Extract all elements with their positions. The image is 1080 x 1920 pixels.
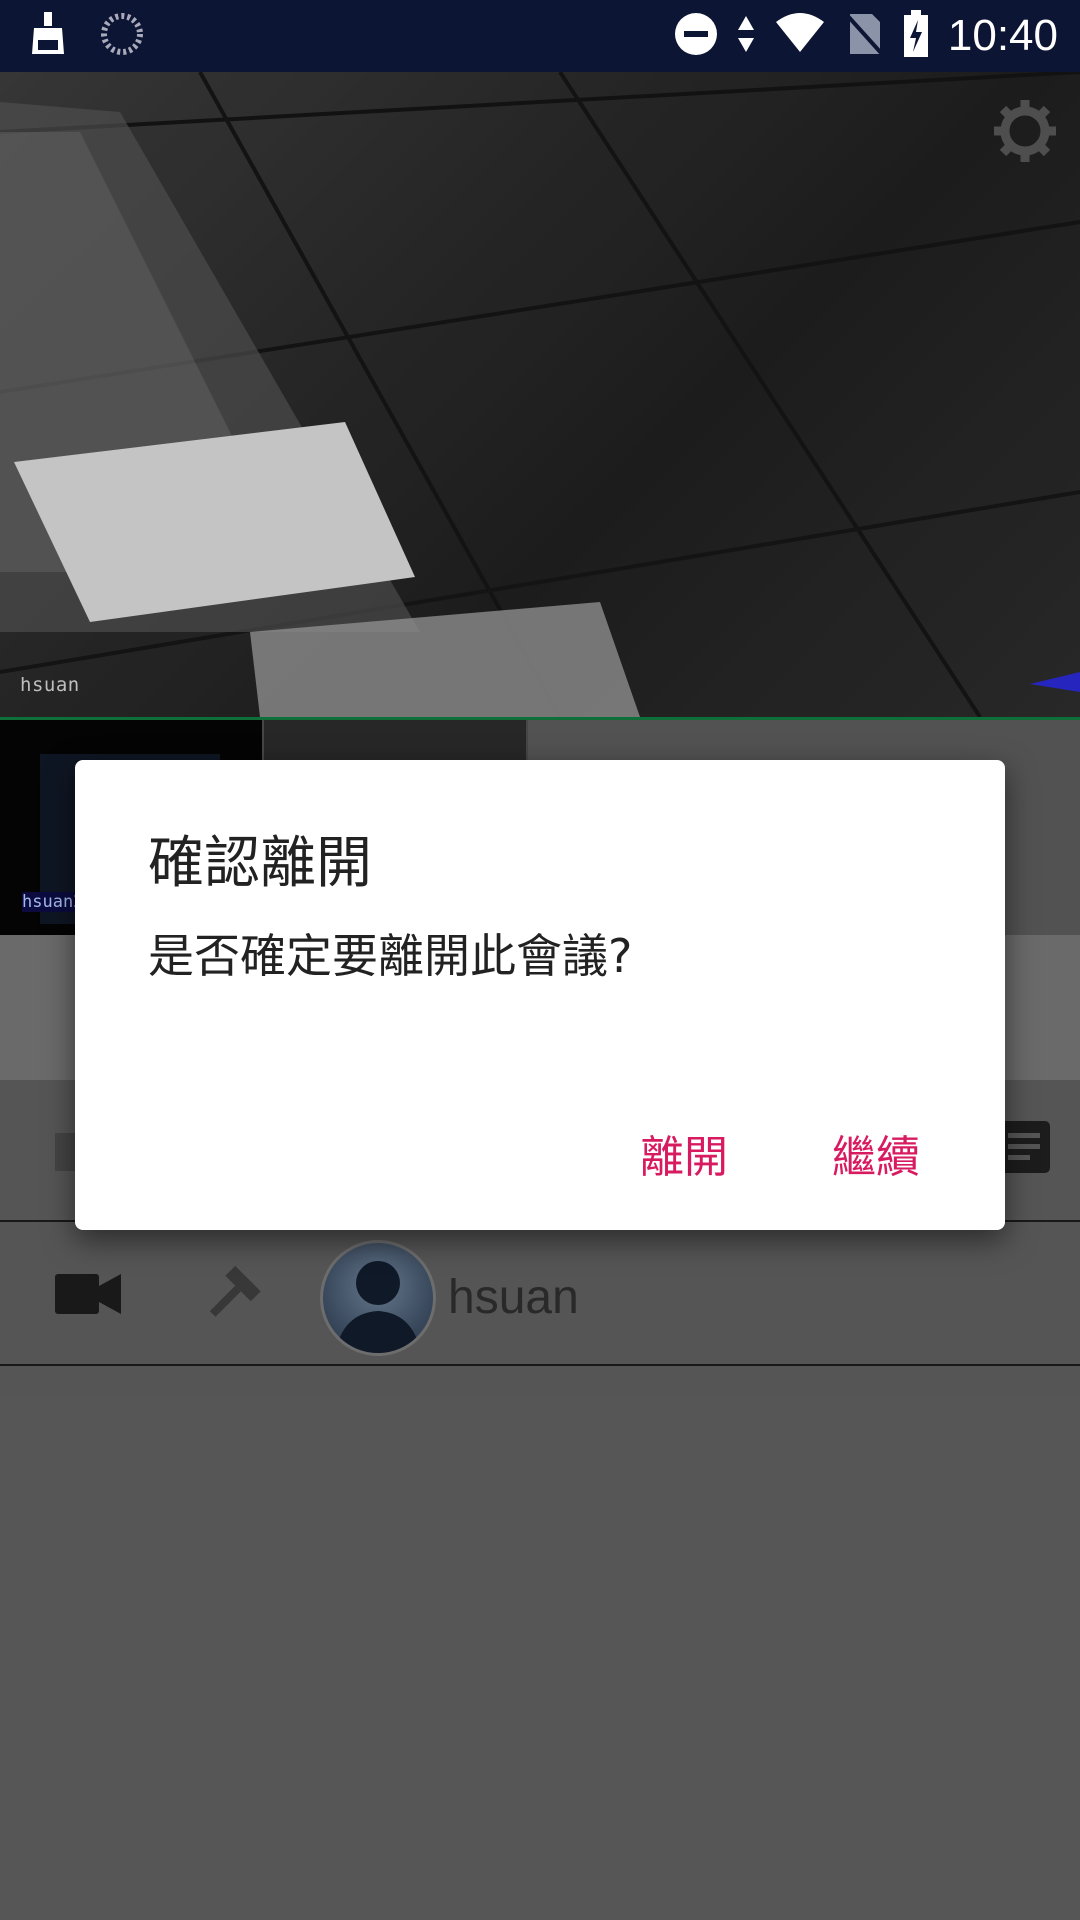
loading-icon (100, 12, 144, 60)
clock: 10:40 (947, 11, 1058, 60)
dialog-title: 確認離開 (148, 831, 372, 896)
dnd-icon (674, 12, 718, 60)
no-sim-icon (844, 12, 884, 60)
continue-button[interactable]: 繼續 (822, 1115, 930, 1191)
data-arrows-icon (736, 12, 756, 60)
dialog-message: 是否確定要離開此會議? (148, 929, 633, 983)
leave-button[interactable]: 離開 (630, 1115, 738, 1191)
wifi-icon (774, 12, 826, 60)
cleaner-icon (28, 10, 68, 62)
status-bar: 10:40 (0, 0, 1080, 72)
battery-charging-icon (902, 10, 930, 62)
confirm-leave-dialog: 確認離開 是否確定要離開此會議? 離開 繼續 (75, 760, 1005, 1230)
